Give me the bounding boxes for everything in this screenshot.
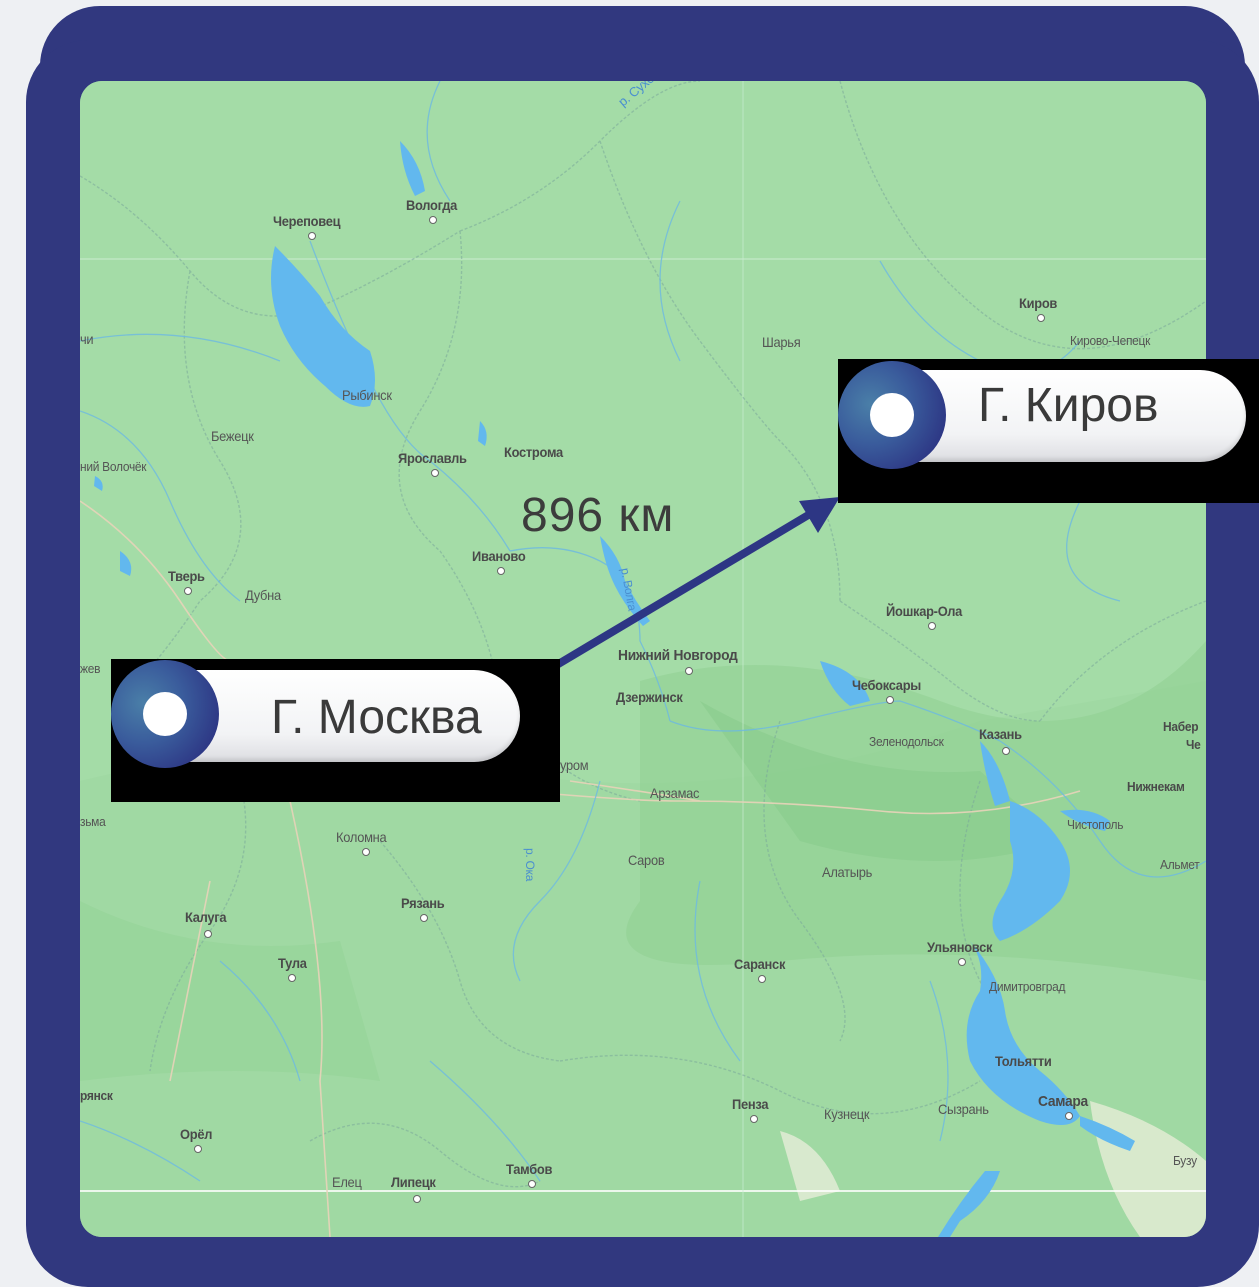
city-marker	[413, 1195, 421, 1203]
map-label: Кострома	[504, 444, 563, 460]
map-label: Самара	[1038, 1093, 1088, 1110]
map-label: Сызрань	[938, 1101, 989, 1117]
map-label: Тольятти	[995, 1053, 1052, 1069]
map-label: Арзамас	[650, 785, 700, 801]
map-label: Липецк	[391, 1174, 436, 1190]
city-marker	[184, 587, 192, 595]
map-label: Бузу	[1173, 1153, 1197, 1168]
map-label: рянск	[80, 1088, 113, 1103]
city-marker	[204, 930, 212, 938]
map-label: Альмет	[1160, 857, 1200, 872]
map-label: Ярославль	[398, 450, 467, 466]
map-label: зьма	[80, 814, 106, 829]
map-label: Казань	[979, 726, 1022, 742]
map-label: Елец	[332, 1174, 362, 1190]
city-marker	[497, 567, 505, 575]
city-marker	[685, 667, 693, 675]
city-marker	[362, 848, 370, 856]
map-label: Пенза	[732, 1096, 769, 1112]
route-distance: 896 км	[521, 489, 675, 542]
map-label: чи	[80, 331, 94, 347]
city-marker	[528, 1180, 536, 1188]
map-label: Кузнецк	[824, 1106, 870, 1122]
map-label: Киров	[1019, 295, 1058, 311]
map-label: Рязань	[401, 895, 445, 911]
map-label: Коломна	[336, 829, 387, 845]
map-label: Ульяновск	[927, 939, 993, 955]
map-label: Кирово-Чепецк	[1070, 333, 1151, 348]
map-label: Димитровград	[989, 979, 1066, 994]
origin-label: Г. Москва	[271, 691, 482, 744]
city-marker	[1002, 747, 1010, 755]
city-marker	[928, 622, 936, 630]
map-label: Йошкар-Ола	[886, 603, 963, 619]
destination-label: Г. Киров	[978, 379, 1159, 432]
map-label: Тверь	[168, 568, 205, 584]
map-label: Бежецк	[211, 428, 254, 444]
map-label: Вологда	[406, 197, 458, 213]
map-label: Шарья	[762, 334, 801, 350]
map-label: ний Волочёк	[80, 459, 147, 474]
city-marker	[1065, 1112, 1073, 1120]
map-label: Нижнекам	[1127, 779, 1185, 794]
city-marker	[308, 232, 316, 240]
map-label: Рыбинск	[342, 387, 392, 403]
city-marker	[194, 1145, 202, 1153]
map-label: Тула	[278, 955, 307, 971]
map-label: Зеленодольск	[869, 734, 944, 749]
map-label: Калуга	[185, 909, 227, 925]
map-label: жев	[80, 661, 101, 676]
river-label: р. Ока	[523, 848, 537, 882]
map-label: Алатырь	[822, 864, 873, 880]
city-marker	[750, 1115, 758, 1123]
map-label: Саранск	[734, 956, 786, 972]
location-pin-icon	[838, 361, 946, 469]
map-label: Че	[1186, 737, 1201, 752]
city-marker	[431, 469, 439, 477]
city-marker	[758, 975, 766, 983]
location-pin-icon	[111, 660, 219, 768]
map-label: Чебоксары	[852, 677, 922, 693]
city-marker	[886, 696, 894, 704]
map-label: Нижний Новгород	[618, 647, 738, 664]
map-label: Орёл	[180, 1126, 213, 1142]
map-label: Череповец	[273, 213, 341, 229]
map-label: Дубна	[245, 587, 281, 603]
city-marker	[958, 958, 966, 966]
city-marker	[288, 974, 296, 982]
map-label: Набер	[1163, 719, 1199, 734]
city-marker	[1037, 314, 1045, 322]
map-label: Саров	[628, 852, 665, 868]
city-marker	[420, 914, 428, 922]
map-label: Иваново	[472, 548, 526, 564]
map-label: уром	[560, 757, 589, 773]
map-label: Чистополь	[1067, 817, 1124, 832]
city-marker	[429, 216, 437, 224]
map-label: Дзержинск	[616, 689, 683, 705]
map-label: Тамбов	[506, 1161, 553, 1177]
